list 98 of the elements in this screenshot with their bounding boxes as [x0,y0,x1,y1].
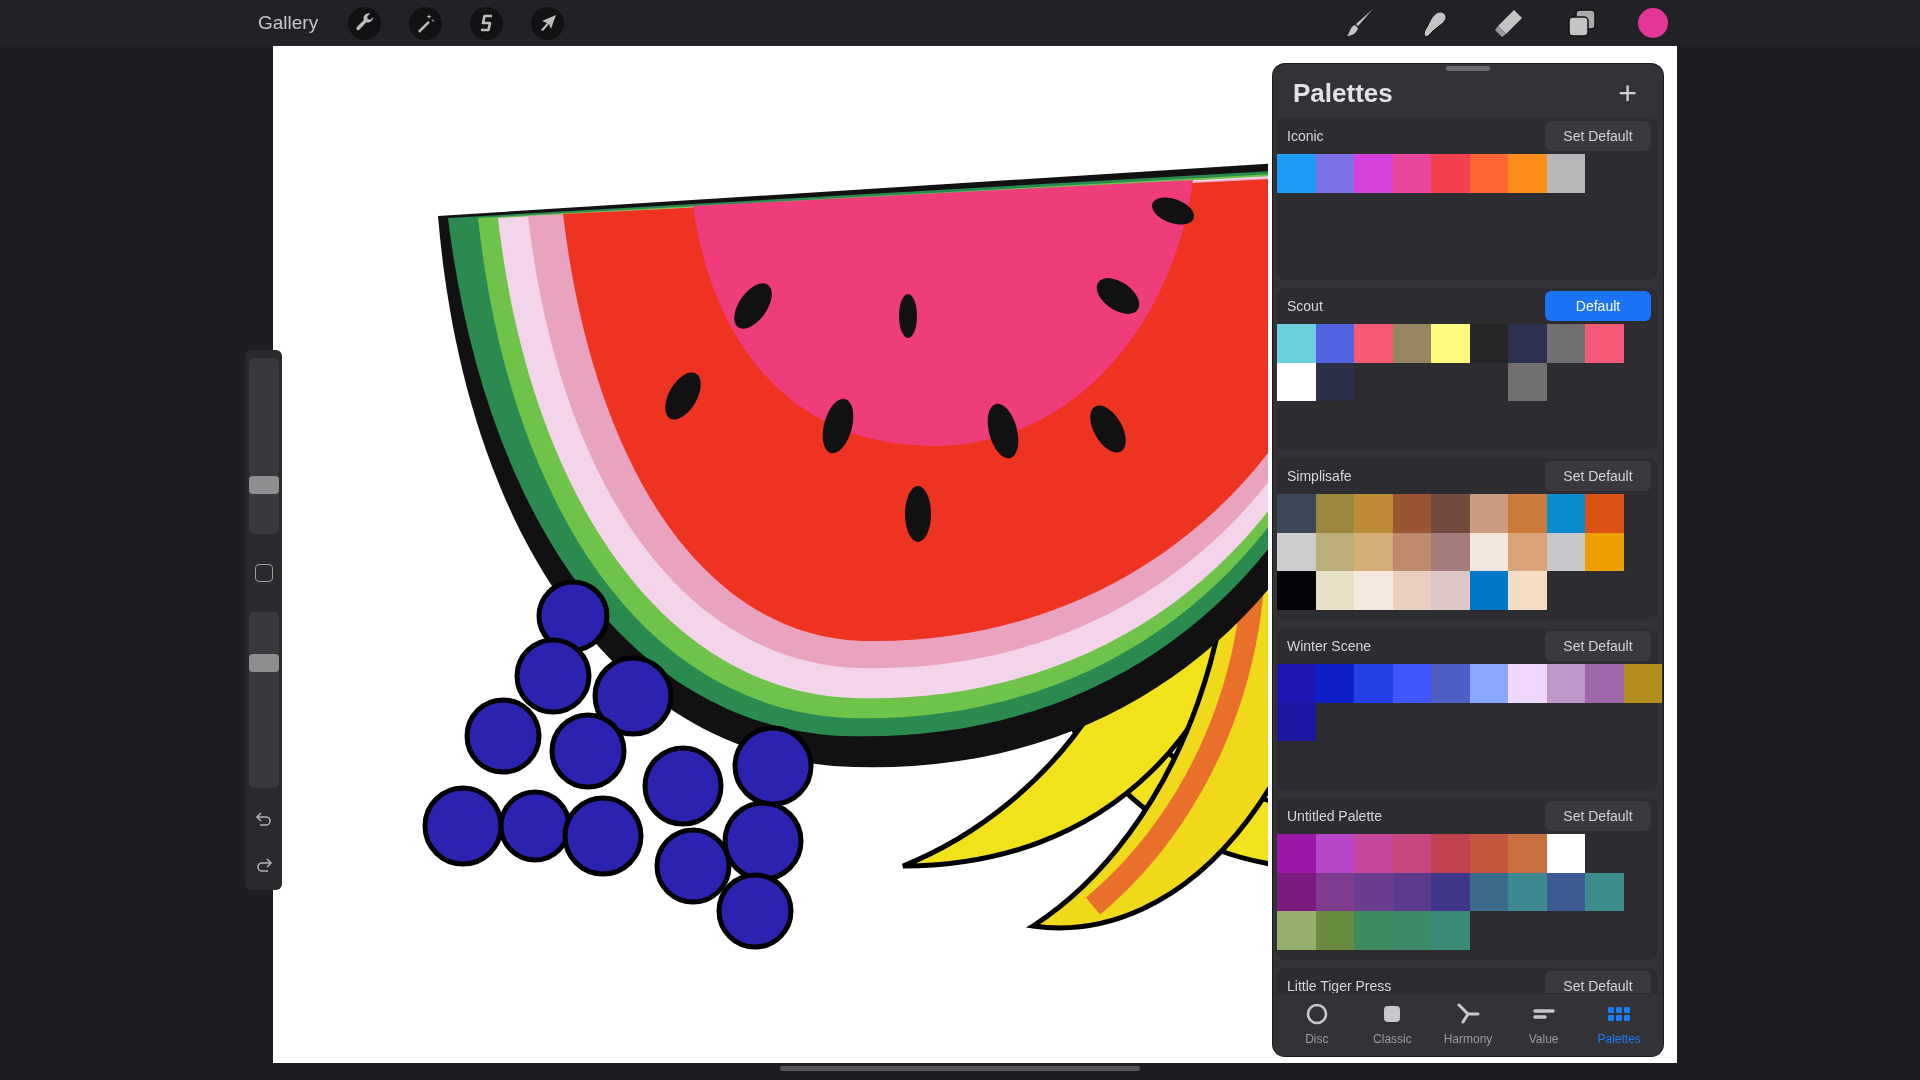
color-swatch[interactable] [1277,664,1316,703]
color-swatch[interactable] [1277,494,1316,533]
color-swatch[interactable] [1431,664,1470,703]
color-swatch[interactable] [1354,494,1393,533]
color-swatch[interactable] [1354,154,1393,193]
color-swatch[interactable] [1508,872,1547,911]
color-swatch[interactable] [1392,664,1431,703]
default-button[interactable]: Default [1545,291,1651,321]
color-swatch[interactable] [1354,664,1393,703]
color-swatch[interactable] [1315,571,1354,610]
color-swatch[interactable] [1546,664,1585,703]
color-swatch[interactable] [1508,494,1547,533]
color-swatch[interactable] [1546,834,1585,873]
color-swatch[interactable] [1546,494,1585,533]
color-swatch[interactable] [1508,362,1547,401]
color-swatch[interactable] [1354,532,1393,571]
color-swatch[interactable] [1354,911,1393,950]
color-swatch[interactable] [1431,494,1470,533]
palette-name: Iconic [1287,128,1324,144]
color-swatch[interactable] [1469,571,1508,610]
color-swatch[interactable] [1508,154,1547,193]
color-swatch[interactable] [1431,571,1470,610]
color-mode-tab[interactable]: Harmony [1437,1000,1499,1046]
color-swatch[interactable] [1315,834,1354,873]
color-swatch[interactable] [1585,494,1624,533]
color-swatch[interactable] [1508,664,1547,703]
color-swatch[interactable] [1585,324,1624,363]
arrow-cursor-icon[interactable] [531,6,565,40]
selection-s-icon[interactable] [470,6,504,40]
color-swatch[interactable] [1315,664,1354,703]
color-swatch[interactable] [1469,834,1508,873]
color-swatch[interactable] [1469,154,1508,193]
color-swatch[interactable] [1354,324,1393,363]
color-swatch[interactable] [1431,154,1470,193]
color-swatch[interactable] [1585,664,1624,703]
slider-thumb[interactable] [248,654,279,673]
palette-name: Winter Scene [1287,638,1372,654]
color-swatch[interactable] [1354,834,1393,873]
color-swatch[interactable] [1623,664,1662,703]
color-swatch[interactable] [1315,494,1354,533]
slider-thumb[interactable] [248,475,279,494]
palette-name: Scout [1287,298,1323,314]
color-swatch[interactable] [1277,571,1316,610]
set-default-button[interactable]: Set Default [1545,121,1651,151]
add-palette-button[interactable]: + [1614,77,1641,109]
color-swatch[interactable] [1585,532,1624,571]
color-swatch[interactable] [1392,494,1431,533]
color-swatch[interactable] [1508,834,1547,873]
color-swatch[interactable] [1392,571,1431,610]
color-swatch[interactable] [1277,834,1316,873]
color-swatch[interactable] [1315,324,1354,363]
color-swatch[interactable] [1277,702,1316,741]
palette-name: Untitled Palette [1287,808,1382,824]
color-swatch[interactable] [1277,532,1316,571]
color-mode-tab[interactable]: Value [1512,1000,1575,1046]
panel-title: Palettes [1293,77,1393,109]
color-swatch[interactable] [1431,834,1470,873]
color-swatch[interactable] [1354,571,1393,610]
set-default-button[interactable]: Set Default [1545,971,1651,993]
color-swatch[interactable] [1392,324,1431,363]
color-swatch[interactable] [1315,154,1354,193]
color-swatch[interactable] [1392,911,1431,950]
color-swatch[interactable] [1277,154,1316,193]
color-swatch[interactable] [1431,532,1470,571]
palette-name: Simplisafe [1287,468,1352,484]
color-swatch[interactable] [1392,834,1431,873]
color-swatch[interactable] [1392,154,1431,193]
color-swatch[interactable] [1508,324,1547,363]
color-mode-tab[interactable]: Disc [1285,1000,1348,1046]
palette-name: Little Tiger Press [1287,978,1392,993]
wrench-icon[interactable] [348,6,382,40]
current-color-swatch[interactable] [1638,8,1668,38]
color-swatch[interactable] [1431,324,1470,363]
magic-wand-icon[interactable] [409,6,443,40]
color-swatch[interactable] [1277,911,1316,950]
color-swatch[interactable] [1315,911,1354,950]
color-swatch[interactable] [1546,154,1585,193]
color-swatch[interactable] [1277,324,1316,363]
opacity-slider[interactable] [248,612,279,788]
color-swatch[interactable] [1508,571,1547,610]
color-swatch[interactable] [1431,872,1470,911]
color-swatch[interactable] [1585,872,1624,911]
color-swatch[interactable] [1277,872,1316,911]
set-default-button[interactable]: Set Default [1545,801,1651,831]
gallery-button[interactable]: Gallery [250,8,327,38]
color-swatch[interactable] [1469,664,1508,703]
drag-handle[interactable] [1446,66,1490,71]
color-swatch[interactable] [1469,494,1508,533]
color-swatch[interactable] [1277,362,1316,401]
color-swatch[interactable] [1431,911,1470,950]
brush-size-slider[interactable] [248,358,279,534]
set-default-button[interactable]: Set Default [1545,631,1651,661]
set-default-button[interactable]: Set Default [1545,461,1651,491]
color-swatch[interactable] [1469,324,1508,363]
color-mode-tab[interactable]: Classic [1361,1000,1424,1046]
color-swatch[interactable] [1354,872,1393,911]
color-swatch[interactable] [1546,324,1585,363]
color-swatch[interactable] [1508,532,1547,571]
